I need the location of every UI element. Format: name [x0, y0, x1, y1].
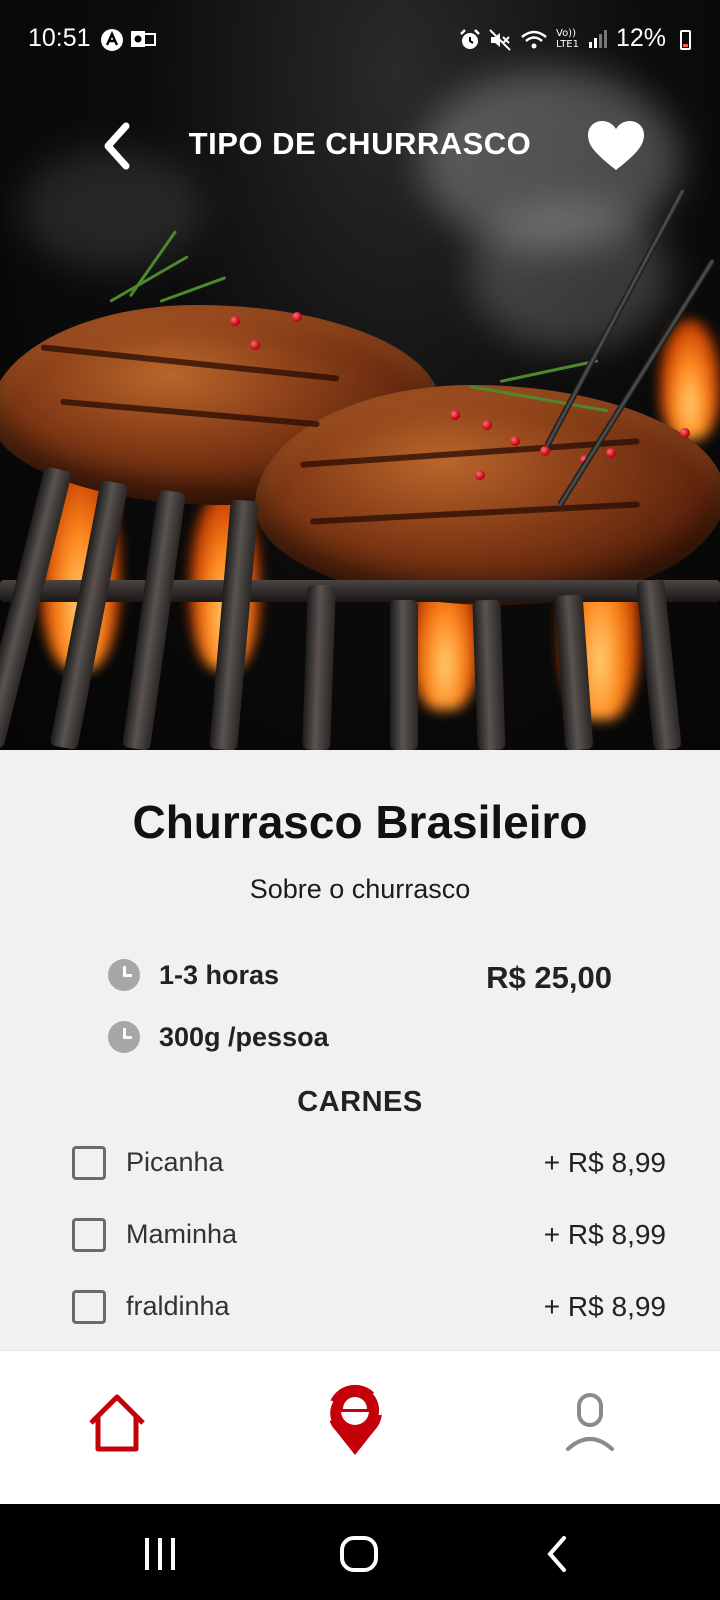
- option-price: + R$ 8,99: [543, 1291, 666, 1322]
- favorite-button[interactable]: [586, 120, 646, 172]
- status-time: 10:51: [28, 24, 91, 52]
- checkbox[interactable]: [72, 1290, 106, 1324]
- portion-text: 300g /pessoa: [159, 1021, 329, 1052]
- product-details: Churrasco Brasileiro Sobre o churrasco 1…: [0, 750, 720, 1350]
- chevron-left-icon: [104, 122, 130, 170]
- list-item[interactable]: Picanha + R$ 8,99: [70, 1144, 666, 1184]
- option-label: fraldinha: [126, 1291, 230, 1321]
- list-item[interactable]: Maminha + R$ 8,99: [70, 1216, 666, 1256]
- battery-percentage: 12%: [616, 24, 667, 52]
- outlook-icon: [130, 28, 156, 50]
- volte-icon: Vo)) LTE1: [556, 28, 579, 50]
- battery-icon: [680, 30, 691, 50]
- checkbox[interactable]: [72, 1218, 106, 1252]
- checkbox[interactable]: [72, 1146, 106, 1180]
- home-circle-icon: [340, 1536, 378, 1572]
- meats-section-title: CARNES: [297, 1086, 423, 1118]
- wifi-icon: [520, 28, 548, 50]
- list-item[interactable]: fraldinha + R$ 8,99: [70, 1288, 666, 1328]
- recent-apps-icon: [145, 1538, 175, 1570]
- alarm-icon: [458, 28, 482, 50]
- back-button[interactable]: [96, 118, 140, 174]
- signal-icon: [588, 28, 608, 50]
- back-button-system[interactable]: [544, 1534, 574, 1574]
- product-price: R$ 25,00: [486, 960, 612, 995]
- portion-row: 300g /pessoa: [108, 1019, 329, 1055]
- home-button[interactable]: [339, 1534, 379, 1574]
- a-notification-icon: [100, 28, 124, 51]
- option-label: Picanha: [126, 1147, 224, 1177]
- product-title: Churrasco Brasileiro: [132, 796, 588, 848]
- option-price: + R$ 8,99: [543, 1147, 666, 1178]
- nav-home[interactable]: [85, 1391, 155, 1465]
- clock-icon: [108, 1021, 140, 1053]
- option-label: Maminha: [126, 1219, 238, 1249]
- user-icon: [566, 1393, 614, 1451]
- mute-icon: [488, 28, 512, 51]
- nav-grill[interactable]: [322, 1381, 392, 1455]
- duration-row: 1-3 horas: [108, 957, 279, 993]
- hero-image: [0, 0, 720, 750]
- grill-location-icon: [327, 1384, 383, 1455]
- page-title: TIPO DE CHURRASCO: [188, 126, 532, 161]
- product-subtitle: Sobre o churrasco: [249, 874, 471, 904]
- home-icon: [89, 1394, 145, 1452]
- duration-text: 1-3 horas: [159, 959, 280, 990]
- option-price: + R$ 8,99: [543, 1219, 666, 1250]
- clock-icon: [108, 959, 140, 991]
- back-icon: [547, 1536, 566, 1572]
- system-navigation: [0, 1504, 720, 1600]
- bottom-navigation: [0, 1350, 720, 1504]
- heart-icon: [588, 121, 644, 170]
- status-bar: 10:51 Vo)) LTE1 12%: [0, 0, 720, 80]
- recent-apps-button[interactable]: [140, 1534, 180, 1574]
- nav-profile[interactable]: [565, 1391, 635, 1465]
